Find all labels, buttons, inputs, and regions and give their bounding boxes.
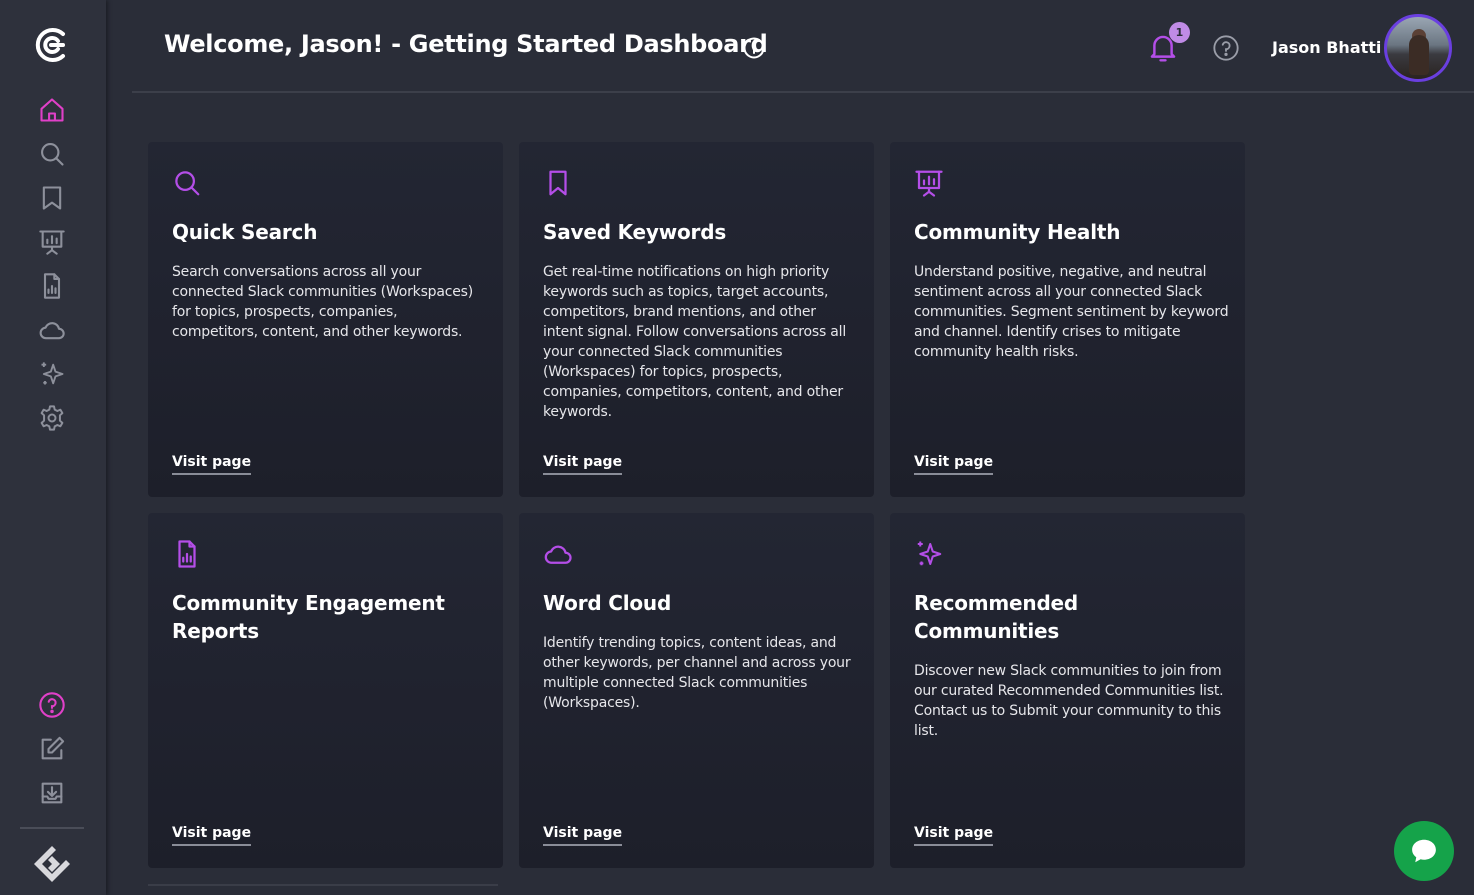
cloud-icon — [543, 539, 577, 573]
sidebar-item-word-cloud[interactable] — [36, 314, 68, 346]
card-word-cloud: Word Cloud Identify trending topics, con… — [519, 513, 874, 868]
bookmark-icon — [42, 186, 62, 210]
app-logo-icon[interactable] — [30, 24, 72, 66]
sidebar-item-search[interactable] — [36, 138, 68, 170]
sidebar-item-settings[interactable] — [36, 402, 68, 434]
sparkles-icon — [914, 539, 948, 573]
chat-bubble-icon — [1412, 839, 1436, 863]
visit-page-link[interactable]: Visit page — [914, 454, 994, 475]
top-header: Welcome, Jason! - Getting Started Dashbo… — [132, 0, 1474, 93]
workspace-logo-icon[interactable] — [32, 844, 72, 884]
card-description: Understand positive, negative, and neutr… — [914, 264, 1229, 360]
sidebar-item-edit[interactable] — [36, 733, 68, 765]
sidebar-item-recommended[interactable] — [36, 358, 68, 390]
card-title: Word Cloud — [543, 591, 672, 615]
card-title: Saved Keywords — [543, 220, 727, 244]
gear-icon — [40, 405, 64, 431]
sidebar-item-community-health[interactable] — [36, 226, 68, 258]
info-icon[interactable] — [742, 36, 766, 60]
sidebar-item-help[interactable] — [36, 689, 68, 721]
user-name[interactable]: Jason Bhatti — [1272, 38, 1381, 57]
next-row-card-edge — [148, 884, 498, 886]
home-icon — [40, 98, 64, 122]
sidebar-item-home[interactable] — [36, 94, 68, 126]
card-description: Search conversations across all your con… — [172, 264, 474, 340]
card-community-health: Community Health Understand positive, ne… — [890, 142, 1245, 497]
sidebar-item-saved-keywords[interactable] — [36, 182, 68, 214]
notification-count-badge: 1 — [1169, 22, 1190, 43]
sparkles-icon — [41, 362, 64, 385]
card-description: Discover new Slack communities to join f… — [914, 663, 1224, 739]
visit-page-link[interactable]: Visit page — [543, 454, 623, 475]
sidebar-item-reports[interactable] — [36, 270, 68, 302]
card-title: Community Health — [914, 220, 1121, 244]
card-community-engagement-reports: Community Engagement Reports Visit page — [148, 513, 503, 868]
card-quick-search: Quick Search Search conversations across… — [148, 142, 503, 497]
page-title: Welcome, Jason! - Getting Started Dashbo… — [164, 30, 768, 58]
help-icon[interactable] — [1212, 34, 1240, 62]
card-recommended-communities: Recommended Communities Discover new Sla… — [890, 513, 1245, 868]
card-saved-keywords: Saved Keywords Get real-time notificatio… — [519, 142, 874, 497]
report-file-icon — [172, 539, 206, 573]
download-icon — [41, 782, 63, 804]
bookmark-icon — [543, 168, 577, 202]
visit-page-link[interactable]: Visit page — [914, 825, 994, 846]
card-description: Get real-time notifications on high prio… — [543, 264, 847, 420]
visit-page-link[interactable]: Visit page — [543, 825, 623, 846]
search-icon — [172, 168, 206, 202]
card-title: Community Engagement Reports — [172, 591, 445, 643]
search-icon — [41, 143, 64, 166]
avatar[interactable] — [1384, 14, 1452, 82]
card-description: Identify trending topics, content ideas,… — [543, 635, 851, 711]
visit-page-link[interactable]: Visit page — [172, 825, 252, 846]
visit-page-link[interactable]: Visit page — [172, 454, 252, 475]
cloud-icon — [39, 322, 65, 340]
report-file-icon — [43, 273, 61, 299]
chat-button[interactable] — [1394, 821, 1454, 881]
presentation-chart-icon — [39, 230, 65, 255]
card-title: Recommended Communities — [914, 591, 1079, 643]
edit-icon — [41, 736, 65, 760]
sidebar-divider — [20, 827, 84, 829]
sidebar-item-download[interactable] — [36, 777, 68, 809]
help-icon — [39, 692, 65, 718]
sidebar — [0, 0, 106, 895]
card-title: Quick Search — [172, 220, 318, 244]
presentation-chart-icon — [914, 168, 948, 202]
